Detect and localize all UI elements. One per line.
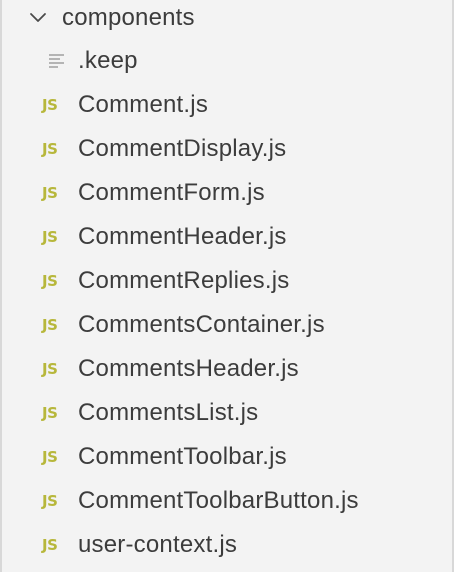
file-label: Comment.js (78, 91, 209, 118)
chevron-down-icon[interactable] (28, 8, 48, 28)
file-item[interactable]: JS CommentReplies.js (2, 259, 452, 303)
js-file-icon: JS (42, 272, 58, 290)
file-item[interactable]: JS CommentToolbar.js (2, 435, 452, 479)
file-label: .keep (78, 47, 138, 74)
js-file-icon: JS (42, 404, 58, 422)
file-label: CommentForm.js (78, 179, 265, 206)
file-label: CommentDisplay.js (78, 135, 287, 162)
file-label: CommentsContainer.js (78, 311, 325, 338)
file-label: CommentToolbar.js (78, 443, 287, 470)
js-file-icon: JS (42, 140, 58, 158)
file-item[interactable]: JS CommentsHeader.js (2, 347, 452, 391)
file-item-keep[interactable]: .keep (2, 39, 452, 83)
js-file-icon: JS (42, 360, 58, 378)
file-explorer-panel: components .keep JS Comment.js JS Commen… (0, 0, 454, 572)
folder-label: components (62, 4, 195, 31)
js-file-icon: JS (42, 184, 58, 202)
file-label: user-context.js (78, 531, 238, 558)
file-label: CommentHeader.js (78, 223, 287, 250)
file-label: CommentsHeader.js (78, 355, 299, 382)
file-label: CommentReplies.js (78, 267, 290, 294)
file-item[interactable]: JS user-context.js (2, 523, 452, 567)
file-item[interactable]: JS CommentDisplay.js (2, 127, 452, 171)
text-file-icon (42, 53, 66, 69)
file-label: CommentsList.js (78, 399, 259, 426)
folder-components[interactable]: components (2, 0, 452, 40)
file-item[interactable]: JS Comment.js (2, 83, 452, 127)
file-item[interactable]: JS CommentsList.js (2, 391, 452, 435)
js-file-icon: JS (42, 228, 58, 246)
file-label: CommentToolbarButton.js (78, 487, 359, 514)
file-item[interactable]: JS CommentHeader.js (2, 215, 452, 259)
js-file-icon: JS (42, 96, 58, 114)
js-file-icon: JS (42, 492, 58, 510)
js-file-icon: JS (42, 316, 58, 334)
file-item[interactable]: JS CommentToolbarButton.js (2, 479, 452, 523)
js-file-icon: JS (42, 448, 58, 466)
js-file-icon: JS (42, 536, 58, 554)
file-item[interactable]: JS CommentsContainer.js (2, 303, 452, 347)
file-item[interactable]: JS CommentForm.js (2, 171, 452, 215)
